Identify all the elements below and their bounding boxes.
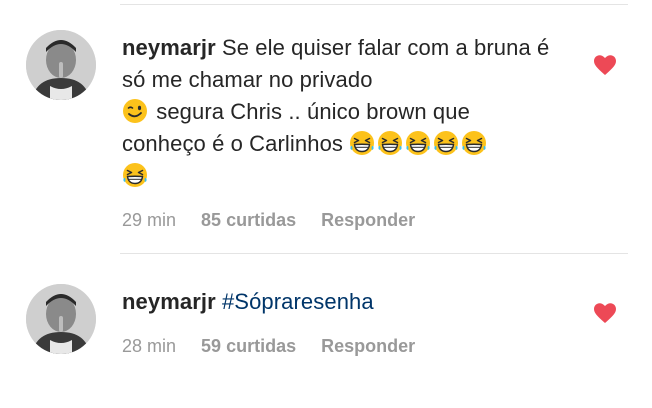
comment-body: neymarjr Se ele quiser falar com a bruna… — [122, 32, 552, 232]
comment-divider — [120, 253, 628, 254]
grinning-squinting-face-emoji-icon — [122, 162, 148, 188]
winking-face-emoji-icon — [122, 98, 148, 124]
avatar[interactable] — [26, 30, 96, 100]
comment-body: neymarjr #Sópraresenha 28 min 59 curtida… — [122, 286, 552, 358]
comment-username[interactable]: neymarjr — [122, 35, 216, 60]
top-divider — [120, 4, 628, 5]
comment-time[interactable]: 28 min — [122, 336, 176, 356]
grinning-squinting-face-emoji-icon — [349, 130, 375, 156]
grinning-squinting-face-emoji-icon — [405, 130, 431, 156]
comment-username[interactable]: neymarjr — [122, 289, 216, 314]
comment-meta: 28 min 59 curtidas Responder — [122, 334, 552, 358]
grinning-squinting-face-emoji-icon — [461, 130, 487, 156]
heart-icon[interactable] — [593, 302, 617, 324]
heart-icon[interactable] — [593, 54, 617, 76]
avatar[interactable] — [26, 284, 96, 354]
grinning-squinting-face-emoji-icon — [377, 130, 403, 156]
comment-likes-count[interactable]: 85 curtidas — [201, 210, 296, 230]
comment-time[interactable]: 29 min — [122, 210, 176, 230]
hashtag-link[interactable]: #Sópraresenha — [222, 289, 374, 314]
comment-text: neymarjr Se ele quiser falar com a bruna… — [122, 32, 552, 192]
comment-likes-count[interactable]: 59 curtidas — [201, 336, 296, 356]
reply-button[interactable]: Responder — [321, 336, 415, 356]
reply-button[interactable]: Responder — [321, 210, 415, 230]
comment-meta: 29 min 85 curtidas Responder — [122, 208, 552, 232]
comment-text: neymarjr #Sópraresenha — [122, 286, 552, 318]
grinning-squinting-face-emoji-icon — [433, 130, 459, 156]
